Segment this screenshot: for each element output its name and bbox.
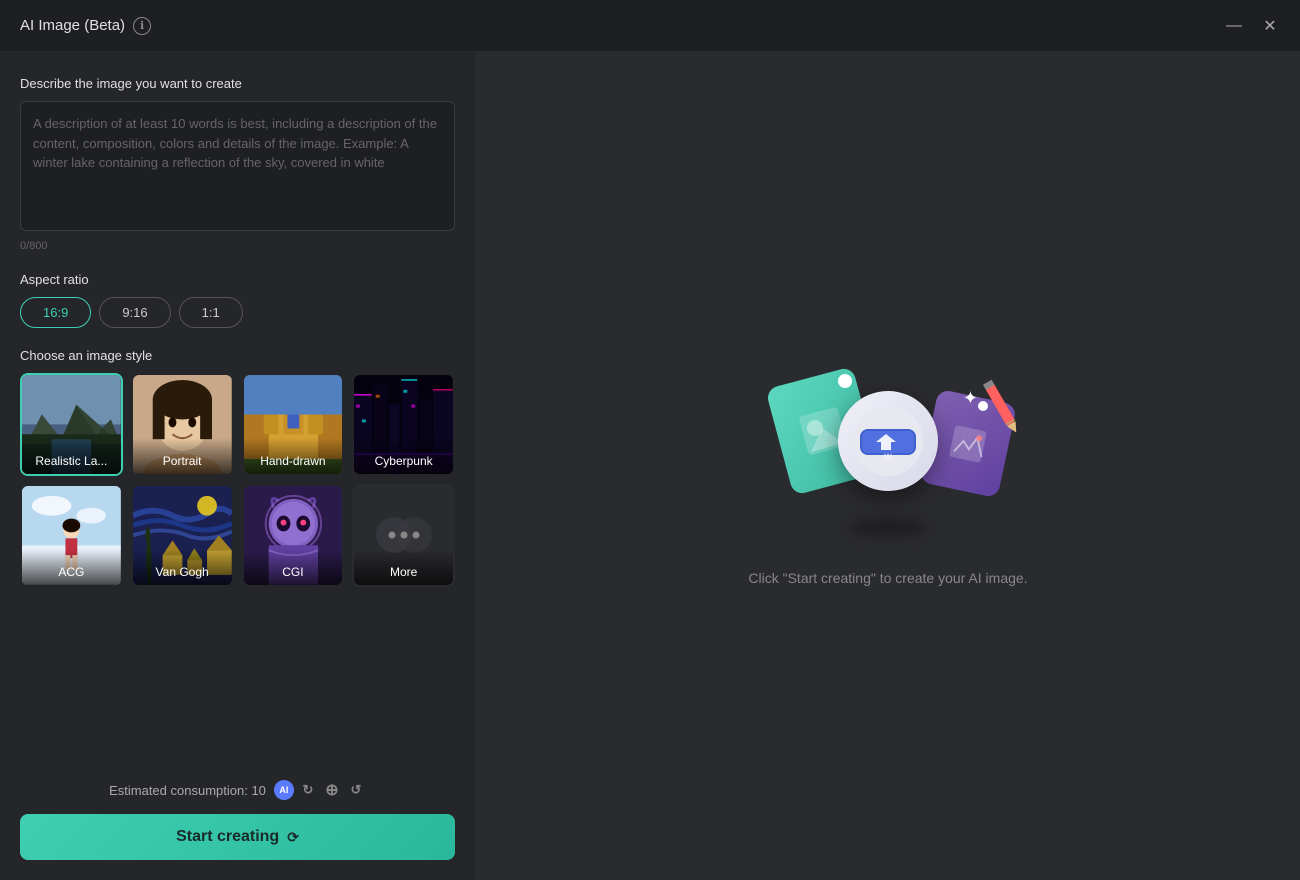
style-label-cgi: CGI [244,549,343,585]
aspect-ratio-section: Aspect ratio 16:9 9:16 1:1 [20,272,455,328]
style-card-cgi[interactable]: CGI [242,484,345,587]
minimize-button[interactable]: — [1224,16,1244,36]
consumption-row: Estimated consumption: 10 AI ↻ ⊕ ↺ [20,780,455,800]
illustration: ✦ [758,346,1018,546]
style-card-realistic[interactable]: Realistic La... [20,373,123,476]
aspect-ratio-label: Aspect ratio [20,272,455,287]
aspect-btn-9-16[interactable]: 9:16 [99,297,170,328]
illus-shadow [848,520,928,536]
consumption-label: Estimated consumption: 10 [109,783,266,798]
style-label-more: More [354,549,453,585]
main-layout: Describe the image you want to create 0/… [0,52,1300,880]
aspect-btn-16-9[interactable]: 16:9 [20,297,91,328]
title-controls: — ✕ [1224,16,1280,36]
char-count: 0/800 [20,240,455,252]
illus-dot-white [838,374,852,388]
style-label-van-gogh: Van Gogh [133,549,232,585]
refresh-icon: ↻ [298,780,318,800]
aspect-ratio-group: 16:9 9:16 1:1 [20,297,455,328]
style-label-hand-drawn: Hand-drawn [244,438,343,474]
style-card-acg[interactable]: ACG [20,484,123,587]
style-label-cyberpunk: Cyberpunk [354,438,453,474]
image-style-section: Choose an image style Rea [20,348,455,587]
style-card-van-gogh[interactable]: Van Gogh [131,484,234,587]
style-label-realistic: Realistic La... [22,438,121,474]
info-icon[interactable]: ℹ [133,17,151,35]
style-card-portrait[interactable]: Portrait [131,373,234,476]
start-creating-label: Start creating [176,828,279,846]
image-style-label: Choose an image style [20,348,455,363]
style-card-hand-drawn[interactable]: Hand-drawn [242,373,345,476]
start-creating-button[interactable]: Start creating ⟳ [20,814,455,860]
right-panel: ✦ [476,52,1300,880]
ai-badge: AI [274,780,294,800]
window-title: AI Image (Beta) [20,17,125,34]
bottom-area: Estimated consumption: 10 AI ↻ ⊕ ↺ Start… [20,780,455,860]
svg-text:w: w [883,451,892,462]
right-panel-hint: Click "Start creating" to create your AI… [748,570,1027,586]
style-grid: Realistic La... [20,373,455,587]
title-bar: AI Image (Beta) ℹ — ✕ [0,0,1300,52]
left-panel: Describe the image you want to create 0/… [0,52,476,880]
sync-icon: ↺ [346,780,366,800]
style-label-portrait: Portrait [133,438,232,474]
illus-robot: w [838,391,938,491]
description-input[interactable] [20,101,455,231]
style-label-acg: ACG [22,549,121,585]
description-section: Describe the image you want to create 0/… [20,76,455,252]
close-button[interactable]: ✕ [1260,16,1280,36]
style-card-more[interactable]: More [352,484,455,587]
style-card-cyberpunk[interactable]: Cyberpunk [352,373,455,476]
description-label: Describe the image you want to create [20,76,455,91]
consumption-icons: AI ↻ ⊕ ↺ [274,780,366,800]
plus-icon: ⊕ [322,780,342,800]
title-left: AI Image (Beta) ℹ [20,17,151,35]
aspect-btn-1-1[interactable]: 1:1 [179,297,243,328]
start-creating-icon: ⟳ [287,829,299,846]
